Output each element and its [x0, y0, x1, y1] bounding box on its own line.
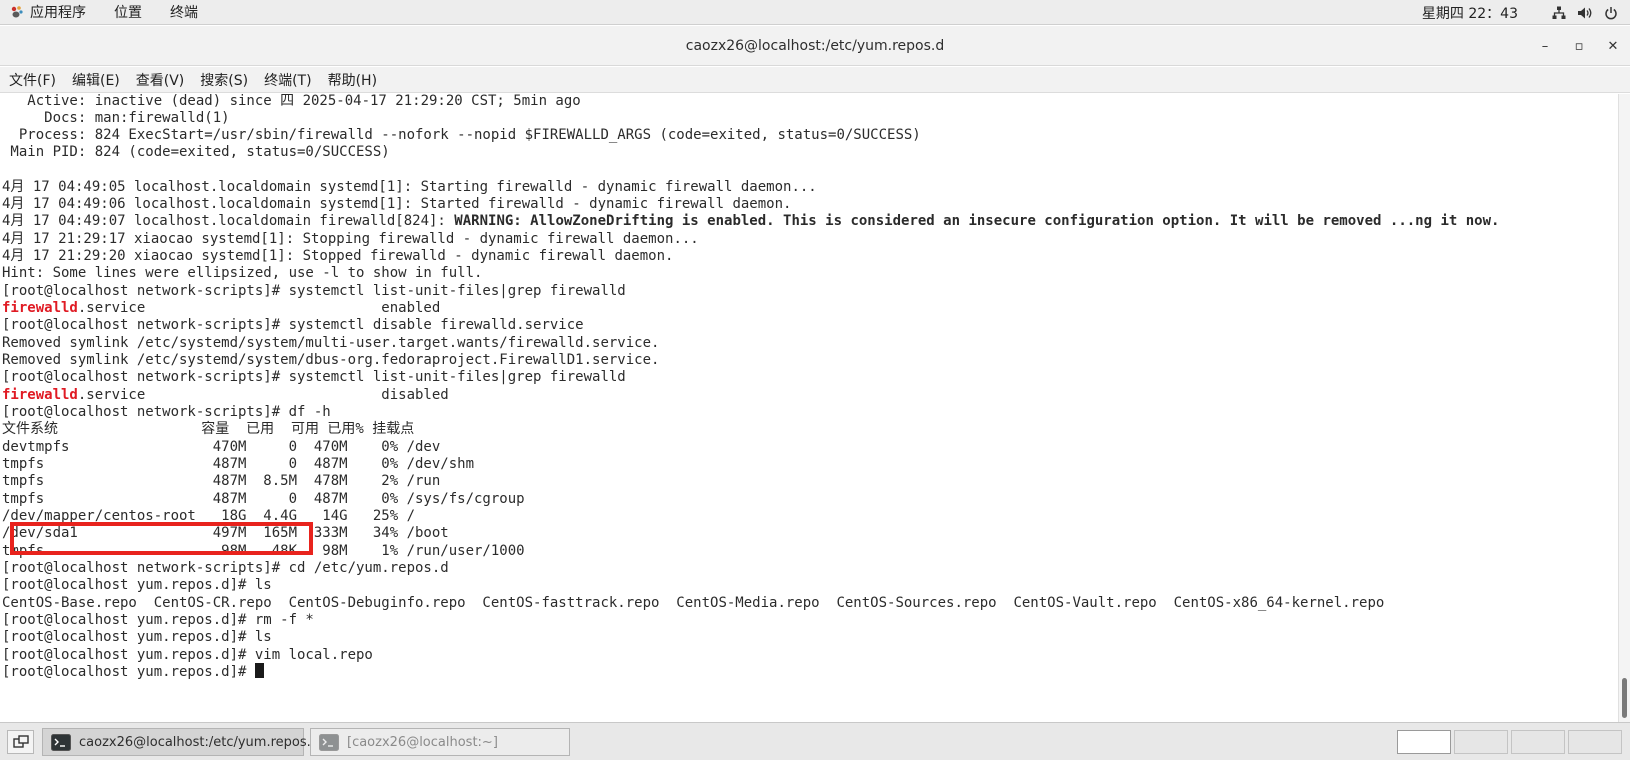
applications-menu[interactable]: 应用程序: [0, 2, 114, 22]
volume-icon[interactable]: [1576, 5, 1594, 21]
terminal-icon: [319, 733, 339, 751]
taskbar-item-label: caozx26@localhost:/etc/yum.repos.d: [79, 734, 320, 750]
menu-help[interactable]: 帮助(H): [328, 70, 377, 90]
terminal-line: [root@localhost yum.repos.d]# ls: [2, 577, 272, 593]
text-cursor: [254, 663, 264, 678]
taskbar-item-inactive-terminal[interactable]: [caozx26@localhost:~]: [310, 728, 570, 756]
terminal-line: /dev/mapper/centos-root 18G 4.4G 14G 25%…: [2, 508, 416, 524]
top-panel: 应用程序 位置 终端 星期四 22：43: [0, 0, 1630, 25]
terminal-line: [root@localhost yum.repos.d]# vim local.…: [2, 647, 373, 663]
terminal-line: devtmpfs 470M 0 470M 0% /dev: [2, 439, 441, 455]
terminal-line: Active: inactive (dead) since 四 2025-04-…: [2, 94, 581, 109]
terminal-line: 4月 17 21:29:17 xiaocao systemd[1]: Stopp…: [2, 231, 699, 247]
terminal-line: [root@localhost network-scripts]# system…: [2, 369, 626, 385]
grep-match: firewalld: [2, 387, 78, 403]
terminal-output[interactable]: Active: inactive (dead) since 四 2025-04-…: [0, 94, 1618, 722]
terminal-line-warning: 4月 17 04:49:07 localhost.localdomain fir…: [2, 212, 1499, 230]
workspace-switcher: [1394, 730, 1622, 754]
network-icon[interactable]: [1550, 5, 1568, 21]
terminal-line: [root@localhost network-scripts]# cd /et…: [2, 560, 449, 576]
power-icon[interactable]: [1602, 5, 1620, 21]
terminal-line: /dev/sda1 497M 165M 333M 34% /boot: [2, 525, 449, 541]
terminal-icon: [51, 733, 71, 751]
maximize-button[interactable]: ▫: [1562, 26, 1596, 66]
menu-terminal[interactable]: 终端(T): [264, 70, 311, 90]
terminal-line: tmpfs 98M 48K 98M 1% /run/user/1000: [2, 543, 525, 559]
terminal-line: CentOS-Base.repo CentOS-CR.repo CentOS-D…: [2, 595, 1385, 611]
terminal-prompt-line: [root@localhost yum.repos.d]#: [2, 663, 264, 681]
grep-rest: .service disabled: [77, 387, 449, 403]
window-titlebar[interactable]: caozx26@localhost:/etc/yum.repos.d – ▫ ✕: [0, 26, 1630, 66]
grep-match: firewalld: [2, 300, 78, 316]
terminal-line: [root@localhost network-scripts]# system…: [2, 283, 626, 299]
minimize-button[interactable]: –: [1528, 26, 1562, 66]
taskbar-item-active-terminal[interactable]: caozx26@localhost:/etc/yum.repos.d: [42, 728, 319, 756]
terminal-line: [root@localhost network-scripts]# system…: [2, 317, 584, 333]
warning-prefix: 4月 17 04:49:07 localhost.localdomain fir…: [2, 213, 455, 229]
prompt-text: [root@localhost yum.repos.d]#: [2, 664, 255, 680]
terminal-line: Docs: man:firewalld(1): [2, 110, 230, 126]
terminal-line: Hint: Some lines were ellipsized, use -l…: [2, 265, 483, 281]
terminal-line: Removed symlink /etc/systemd/system/dbus…: [2, 352, 660, 368]
workspace-3[interactable]: [1511, 730, 1565, 754]
taskbar-item-label: [caozx26@localhost:~]: [347, 734, 498, 750]
warning-text: WARNING: AllowZoneDrifting is enabled. T…: [454, 213, 1500, 229]
grep-rest: .service enabled: [77, 300, 441, 316]
terminal-line: 文件系统 容量 已用 可用 已用% 挂载点: [2, 421, 415, 437]
workspace-4[interactable]: [1568, 730, 1622, 754]
terminal-line-grep-result: firewalld.service enabled: [2, 299, 440, 317]
terminal-line: [root@localhost yum.repos.d]# rm -f *: [2, 612, 314, 628]
clock[interactable]: 星期四 22：43: [1422, 3, 1518, 23]
terminal-line: Process: 824 ExecStart=/usr/sbin/firewal…: [2, 127, 921, 143]
terminal-scrollbar[interactable]: [1618, 94, 1630, 722]
close-button[interactable]: ✕: [1596, 26, 1630, 66]
window-controls: – ▫ ✕: [1528, 26, 1630, 66]
show-desktop-icon: [12, 735, 29, 748]
terminal-line: 4月 17 04:49:06 localhost.localdomain sys…: [2, 196, 792, 212]
terminal-line: tmpfs 487M 0 487M 0% /dev/shm: [2, 456, 475, 472]
window-title: caozx26@localhost:/etc/yum.repos.d: [685, 37, 945, 54]
terminal-line: 4月 17 04:49:05 localhost.localdomain sys…: [2, 179, 817, 195]
clock-time: 22：43: [1468, 5, 1518, 22]
places-menu[interactable]: 位置: [114, 2, 142, 22]
terminal-line: [root@localhost network-scripts]# df -h: [2, 404, 331, 420]
scrollbar-thumb[interactable]: [1622, 678, 1627, 718]
menubar: 文件(F) 编辑(E) 查看(V) 搜索(S) 终端(T) 帮助(H): [0, 67, 1630, 93]
menu-file[interactable]: 文件(F): [9, 70, 56, 90]
gnome-foot-icon: [10, 5, 24, 19]
menu-view[interactable]: 查看(V): [136, 70, 185, 90]
workspace-2[interactable]: [1454, 730, 1508, 754]
terminal-line: tmpfs 487M 8.5M 478M 2% /run: [2, 473, 441, 489]
workspace-1[interactable]: [1397, 730, 1451, 754]
applications-label[interactable]: 应用程序: [30, 2, 86, 22]
terminal-line-grep-result: firewalld.service disabled: [2, 386, 449, 404]
terminal-line: [root@localhost yum.repos.d]# ls: [2, 629, 272, 645]
terminal-line: tmpfs 487M 0 487M 0% /sys/fs/cgroup: [2, 491, 525, 507]
panel-status-area: 星期四 22：43: [1422, 0, 1620, 25]
bottom-taskbar: caozx26@localhost:/etc/yum.repos.d [caoz…: [0, 722, 1630, 760]
clock-weekday: 星期四: [1421, 5, 1464, 22]
show-desktop-button[interactable]: [7, 730, 34, 754]
menu-edit[interactable]: 编辑(E): [72, 70, 120, 90]
menu-search[interactable]: 搜索(S): [200, 70, 248, 90]
terminal-line: Main PID: 824 (code=exited, status=0/SUC…: [2, 144, 390, 160]
terminal-line: Removed symlink /etc/systemd/system/mult…: [2, 335, 660, 351]
terminal-app-menu[interactable]: 终端: [170, 2, 198, 22]
terminal-line: 4月 17 21:29:20 xiaocao systemd[1]: Stopp…: [2, 248, 674, 264]
